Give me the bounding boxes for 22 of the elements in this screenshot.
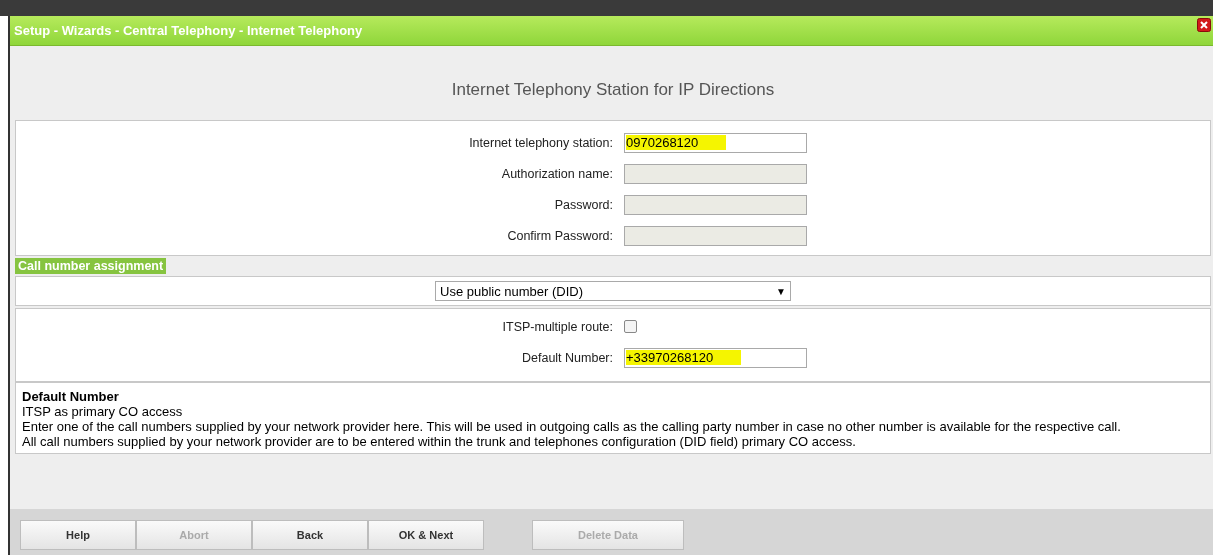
field-label: Password: <box>553 197 613 212</box>
field-label: Default Number: <box>521 350 613 365</box>
close-icon[interactable] <box>1197 18 1211 32</box>
button[interactable]: Help <box>20 520 136 550</box>
button[interactable]: OK & Next <box>368 520 484 550</box>
help-text: Enter one of the call numbers supplied by your network provider here. This will be used in outgoing calls as the calling party number in case no other number is available for the respective call. <box>22 419 1122 434</box>
field-label: Internet telephony station: <box>468 135 613 150</box>
checkbox[interactable] <box>624 320 637 333</box>
button[interactable]: Back <box>252 520 368 550</box>
dropdown-arrow-icon: ▼ <box>776 285 786 297</box>
field-label: Confirm Password: <box>506 228 613 243</box>
field-label: Authorization name: <box>500 166 613 181</box>
dropdown[interactable]: Use public number (DID) ▼ <box>435 281 791 301</box>
field-label: ITSP-multiple route: <box>501 319 613 334</box>
help-text: All call numbers supplied by your network provider are to be entered within the trunk and telephones configuration (DID field) primary CO access. <box>22 434 857 449</box>
input-field[interactable]: 0970268120 <box>624 132 807 153</box>
help-title: Default Number <box>22 389 120 404</box>
input-field[interactable]: +33970268120 <box>624 347 807 368</box>
section-title: Call number assignment <box>15 258 167 274</box>
window-title: Setup - Wizards - Central Telephony - Internet Telephony <box>14 23 363 38</box>
page-heading: Internet Telephony Station for IP Directions <box>450 79 776 101</box>
help-text: ITSP as primary CO access <box>22 404 184 419</box>
